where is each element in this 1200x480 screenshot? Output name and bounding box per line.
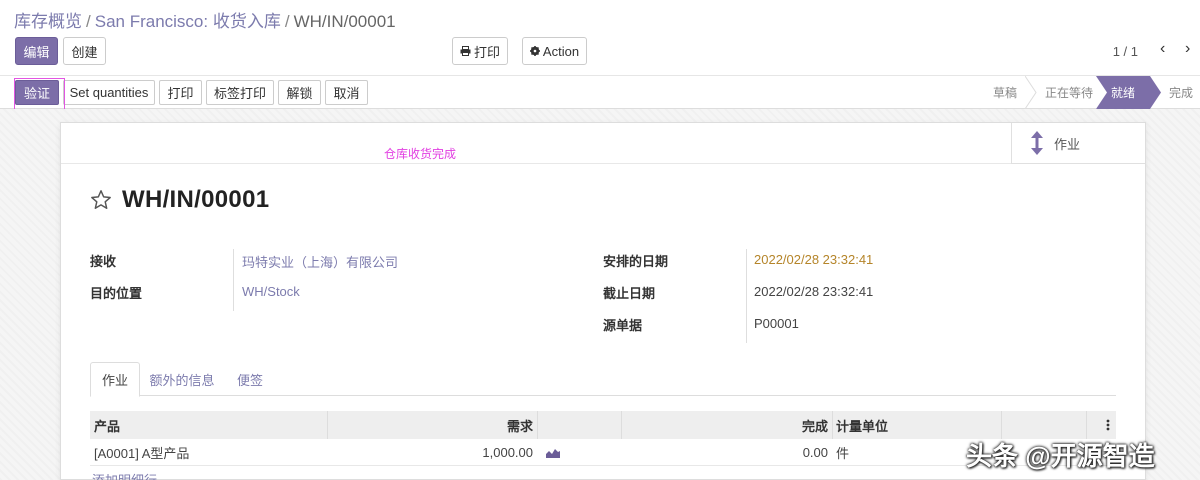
action-label: Action xyxy=(542,43,580,59)
up-down-arrow-icon xyxy=(1031,131,1043,155)
pager-next-icon[interactable]: › xyxy=(1185,40,1190,58)
notebook-tabs: 作业 额外的信息 便签 xyxy=(90,362,1116,397)
action-dropdown-button[interactable]: Action xyxy=(522,37,587,65)
print-label: 打印 xyxy=(473,44,500,60)
field-scheduled-date[interactable]: 2022/02/28 23:32:41 xyxy=(754,252,873,267)
tab-additional-info[interactable]: 额外的信息 xyxy=(146,362,218,396)
unlock-button[interactable]: 解锁 xyxy=(278,80,321,105)
breadcrumb-receipts[interactable]: San Francisco: 收货入库 xyxy=(95,12,281,31)
breadcrumb-inventory-overview[interactable]: 库存概览 xyxy=(14,12,82,31)
tab-notes[interactable]: 便签 xyxy=(230,362,270,396)
cell-uom: 件 xyxy=(836,446,850,461)
stage-arrow-icon xyxy=(1150,76,1161,109)
forecast-chart-icon[interactable] xyxy=(546,439,560,466)
stage-draft[interactable]: 草稿 xyxy=(993,76,1023,109)
column-separator xyxy=(832,411,833,439)
field-label-partner: 接收 xyxy=(90,254,117,269)
column-options-icon[interactable] xyxy=(1106,411,1110,439)
column-uom[interactable]: 计量单位 xyxy=(836,411,888,439)
stage-done[interactable]: 完成 xyxy=(1169,76,1197,109)
field-label-source-document: 源单据 xyxy=(603,318,643,333)
field-label-scheduled-date: 安排的日期 xyxy=(603,254,669,269)
print-dropdown-button[interactable]: 打印 xyxy=(452,37,508,65)
label-print-button[interactable]: 标签打印 xyxy=(206,80,274,105)
cell-product: [A0001] A型产品 xyxy=(94,446,190,461)
stage-separator-icon xyxy=(1025,76,1037,109)
field-label-destination: 目的位置 xyxy=(90,286,143,301)
column-done[interactable]: 完成 xyxy=(622,411,828,439)
column-demand[interactable]: 需求 xyxy=(328,411,533,439)
record-title: WH/IN/00001 xyxy=(122,186,270,213)
breadcrumb-current: WH/IN/00001 xyxy=(293,12,396,31)
pager-previous-icon[interactable]: ‹ xyxy=(1160,40,1165,58)
column-separator xyxy=(1086,411,1087,439)
tab-operations[interactable]: 作业 xyxy=(90,362,140,397)
smart-button-label: 作业 xyxy=(1054,136,1081,152)
create-button[interactable]: 创建 xyxy=(63,37,106,65)
stage-arrow-icon xyxy=(1096,76,1107,109)
field-label-deadline: 截止日期 xyxy=(603,286,656,301)
column-separator xyxy=(537,411,538,439)
cell-done: 0.00 xyxy=(802,445,828,460)
annotation-text: 仓库收货完成 xyxy=(384,147,457,161)
table-row[interactable]: [A0001] A型产品 1,000.00 0.00 件 xyxy=(90,439,1116,466)
field-destination-location[interactable]: WH/Stock xyxy=(242,284,300,299)
edit-button[interactable]: 编辑 xyxy=(15,37,58,65)
stage-waiting[interactable]: 正在等待 xyxy=(1045,76,1095,109)
cancel-button[interactable]: 取消 xyxy=(325,80,368,105)
button-box-divider xyxy=(61,163,1013,164)
add-line-link[interactable]: 添加明细行 xyxy=(92,470,157,480)
field-divider xyxy=(746,249,747,343)
field-source-document[interactable]: P00001 xyxy=(754,316,799,331)
star-icon[interactable] xyxy=(90,189,112,211)
breadcrumb: 库存概览 / San Francisco: 收货入库 / WH/IN/00001 xyxy=(14,7,396,32)
printer-icon xyxy=(460,46,471,56)
watermark-text: 头条 @开源智造 xyxy=(966,441,1155,471)
record-title-row: WH/IN/00001 xyxy=(90,186,269,214)
print-button[interactable]: 打印 xyxy=(159,80,202,105)
field-deadline[interactable]: 2022/02/28 23:32:41 xyxy=(754,284,873,299)
breadcrumb-separator: / xyxy=(86,12,91,31)
field-divider xyxy=(233,249,234,311)
cell-demand: 1,000.00 xyxy=(482,445,533,460)
column-product[interactable]: 产品 xyxy=(94,411,120,439)
gear-icon xyxy=(529,46,540,56)
table-header: 产品 需求 完成 计量单位 xyxy=(90,411,1116,439)
operations-smart-button[interactable]: 作业 xyxy=(1011,123,1145,164)
field-partner[interactable]: 玛特实业（上海）有限公司 xyxy=(242,252,398,271)
breadcrumb-separator: / xyxy=(284,12,290,31)
set-quantities-button[interactable]: Set quantities xyxy=(63,80,155,105)
pager-value[interactable]: 1 / 1 xyxy=(1113,44,1138,59)
column-separator xyxy=(1001,411,1002,439)
control-panel: 库存概览 / San Francisco: 收货入库 / WH/IN/00001 编辑 … xyxy=(0,0,1200,76)
